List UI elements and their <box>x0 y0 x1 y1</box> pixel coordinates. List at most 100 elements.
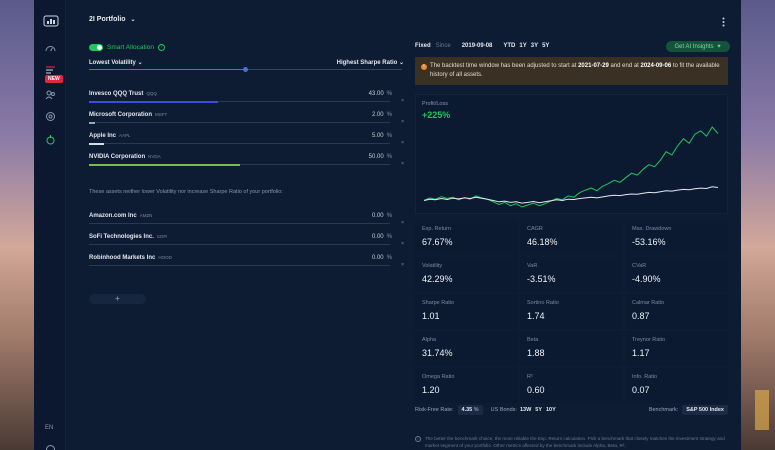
range-fixed[interactable]: Fixed <box>415 43 431 49</box>
asset-weight-bar <box>89 100 219 103</box>
asset-row: NVIDIA Corporation NVDA 50.00% × <box>89 154 404 174</box>
metric-label: Sortino Ratio <box>527 300 559 306</box>
asset-weight-value: 50.00 <box>368 154 384 160</box>
risk-free-label: Risk-Free Rate: <box>415 407 454 413</box>
remove-asset-icon[interactable]: × <box>401 140 404 146</box>
chevron-down-icon: ⌄ <box>130 17 136 23</box>
language-switch[interactable]: EN <box>45 425 53 431</box>
asset-weight-input[interactable]: 2.00% <box>372 112 392 118</box>
slider-right-label[interactable]: Highest Sharpe Ratio ⌄ <box>337 59 404 66</box>
metric-cell: Omega Ratio 1.20 <box>415 368 518 403</box>
side-rail: NEW EN <box>34 0 66 450</box>
excluded-asset-row: Robinhood Markets Inc HOOD 0.00% × <box>89 255 404 275</box>
smart-allocation-toggle[interactable] <box>89 44 103 51</box>
metric-label: Max. Drawdown <box>632 226 672 232</box>
help-icon[interactable]: ? <box>157 44 165 51</box>
metric-label: Omega Ratio <box>422 374 455 380</box>
dashboard-icon[interactable] <box>45 43 56 54</box>
app-window: NEW EN 2I Portfolio ⌄ Smart Allocation ?… <box>34 0 741 450</box>
bond-option-10y[interactable]: 10Y <box>546 407 556 413</box>
asset-weight-value: 43.00 <box>368 91 384 97</box>
slider-fill <box>89 69 246 70</box>
asset-weight-value: 5.00 <box>371 133 384 139</box>
users-icon[interactable] <box>45 89 56 100</box>
asset-name: Apple Inc <box>89 133 117 139</box>
range-since[interactable]: Since <box>436 43 451 49</box>
asset-weight-track <box>89 223 390 224</box>
logout-icon[interactable] <box>45 444 56 450</box>
remove-asset-icon[interactable]: × <box>401 241 404 247</box>
portfolio-selector[interactable]: 2I Portfolio ⌄ <box>89 16 136 23</box>
metric-value: 1.17 <box>632 348 650 358</box>
smart-allocation-label: Smart Allocation <box>107 44 154 51</box>
range-period-ytd[interactable]: YTD <box>503 43 515 49</box>
optimization-slider[interactable] <box>89 67 402 72</box>
asset-weight-track <box>89 244 390 245</box>
metric-label: Exp. Return <box>422 226 452 232</box>
asset-weight-bar <box>89 121 96 124</box>
asset-weight-value: 2.00 <box>371 112 384 118</box>
asset-name: SoFi Technologies Inc. <box>89 234 154 240</box>
metric-label: Beta <box>527 337 539 343</box>
range-period-3y[interactable]: 3Y <box>531 43 538 49</box>
asset-weight-input[interactable]: 5.00% <box>372 133 392 139</box>
asset-weight-value: 0.00 <box>371 255 384 261</box>
percent-sign: % <box>386 154 392 160</box>
asset-weight-input[interactable]: 0.00% <box>372 213 392 219</box>
bond-option-13w[interactable]: 13W <box>520 407 531 413</box>
asset-weight-input[interactable]: 43.00% <box>369 91 392 97</box>
excluded-note: These assets neither lower Volatility no… <box>89 189 283 195</box>
savings-icon[interactable] <box>45 134 56 145</box>
range-period-1y[interactable]: 1Y <box>519 43 526 49</box>
range-date[interactable]: 2019-09-08 <box>462 43 493 49</box>
metric-label: Volatility <box>422 263 443 269</box>
risk-free-input[interactable]: 4.35 % <box>457 405 483 415</box>
metric-cell: Sortino Ratio 1.74 <box>520 294 623 329</box>
asset-weight-track <box>89 163 390 166</box>
more-menu-icon[interactable] <box>722 17 725 27</box>
benchmark-select[interactable]: S&P 500 Index <box>682 405 728 415</box>
add-asset-button[interactable]: + <box>89 294 146 304</box>
asset-name: Robinhood Markets Inc <box>89 255 156 261</box>
metric-label: CVaR <box>632 263 647 269</box>
metric-value: 67.67% <box>422 237 453 247</box>
background-left <box>0 0 34 450</box>
remove-asset-icon[interactable]: × <box>401 262 404 268</box>
metric-value: -3.51% <box>527 274 556 284</box>
metric-cell: Calmar Ratio 0.87 <box>625 294 728 329</box>
metric-value: -4.90% <box>632 274 661 284</box>
percent-sign: % <box>386 133 392 139</box>
metric-value: 1.88 <box>527 348 545 358</box>
metric-cell: VaR -3.51% <box>520 257 623 292</box>
slider-knob[interactable] <box>243 67 248 72</box>
remove-asset-icon[interactable]: × <box>401 119 404 125</box>
asset-weight-input[interactable]: 0.00% <box>372 234 392 240</box>
target-icon[interactable] <box>45 111 56 122</box>
asset-weight-input[interactable]: 50.00% <box>369 154 392 160</box>
metric-cell: CAGR 46.18% <box>520 220 623 255</box>
app-logo-icon[interactable] <box>43 15 59 27</box>
asset-weight-input[interactable]: 0.00% <box>372 255 392 261</box>
metric-cell: Treynor Ratio 1.17 <box>625 331 728 366</box>
percent-sign: % <box>386 91 392 97</box>
ai-insights-button[interactable]: Get AI Insights ✦ <box>666 41 730 52</box>
bond-option-5y[interactable]: 5Y <box>535 407 542 413</box>
smart-allocation-row: Smart Allocation ? <box>89 44 165 51</box>
metric-value: 0.87 <box>632 311 650 321</box>
portfolio-series-line <box>423 126 719 208</box>
slider-left-label[interactable]: Lowest Volatility ⌄ <box>89 59 143 66</box>
asset-ticker: MSFT <box>155 112 168 117</box>
asset-weight-track <box>89 142 390 145</box>
chart-svg <box>423 126 719 208</box>
metric-label: Treynor Ratio <box>632 337 666 343</box>
asset-ticker: HOOD <box>158 255 172 260</box>
remove-asset-icon[interactable]: × <box>401 220 404 226</box>
remove-asset-icon[interactable]: × <box>401 98 404 104</box>
remove-asset-icon[interactable]: × <box>401 161 404 167</box>
percent-sign: % <box>386 255 392 261</box>
asset-ticker: AAPL <box>119 133 131 138</box>
percent-sign: % <box>386 234 392 240</box>
metric-cell: Beta 1.88 <box>520 331 623 366</box>
metric-cell: Volatility 42.29% <box>415 257 518 292</box>
range-period-5y[interactable]: 5Y <box>542 43 549 49</box>
